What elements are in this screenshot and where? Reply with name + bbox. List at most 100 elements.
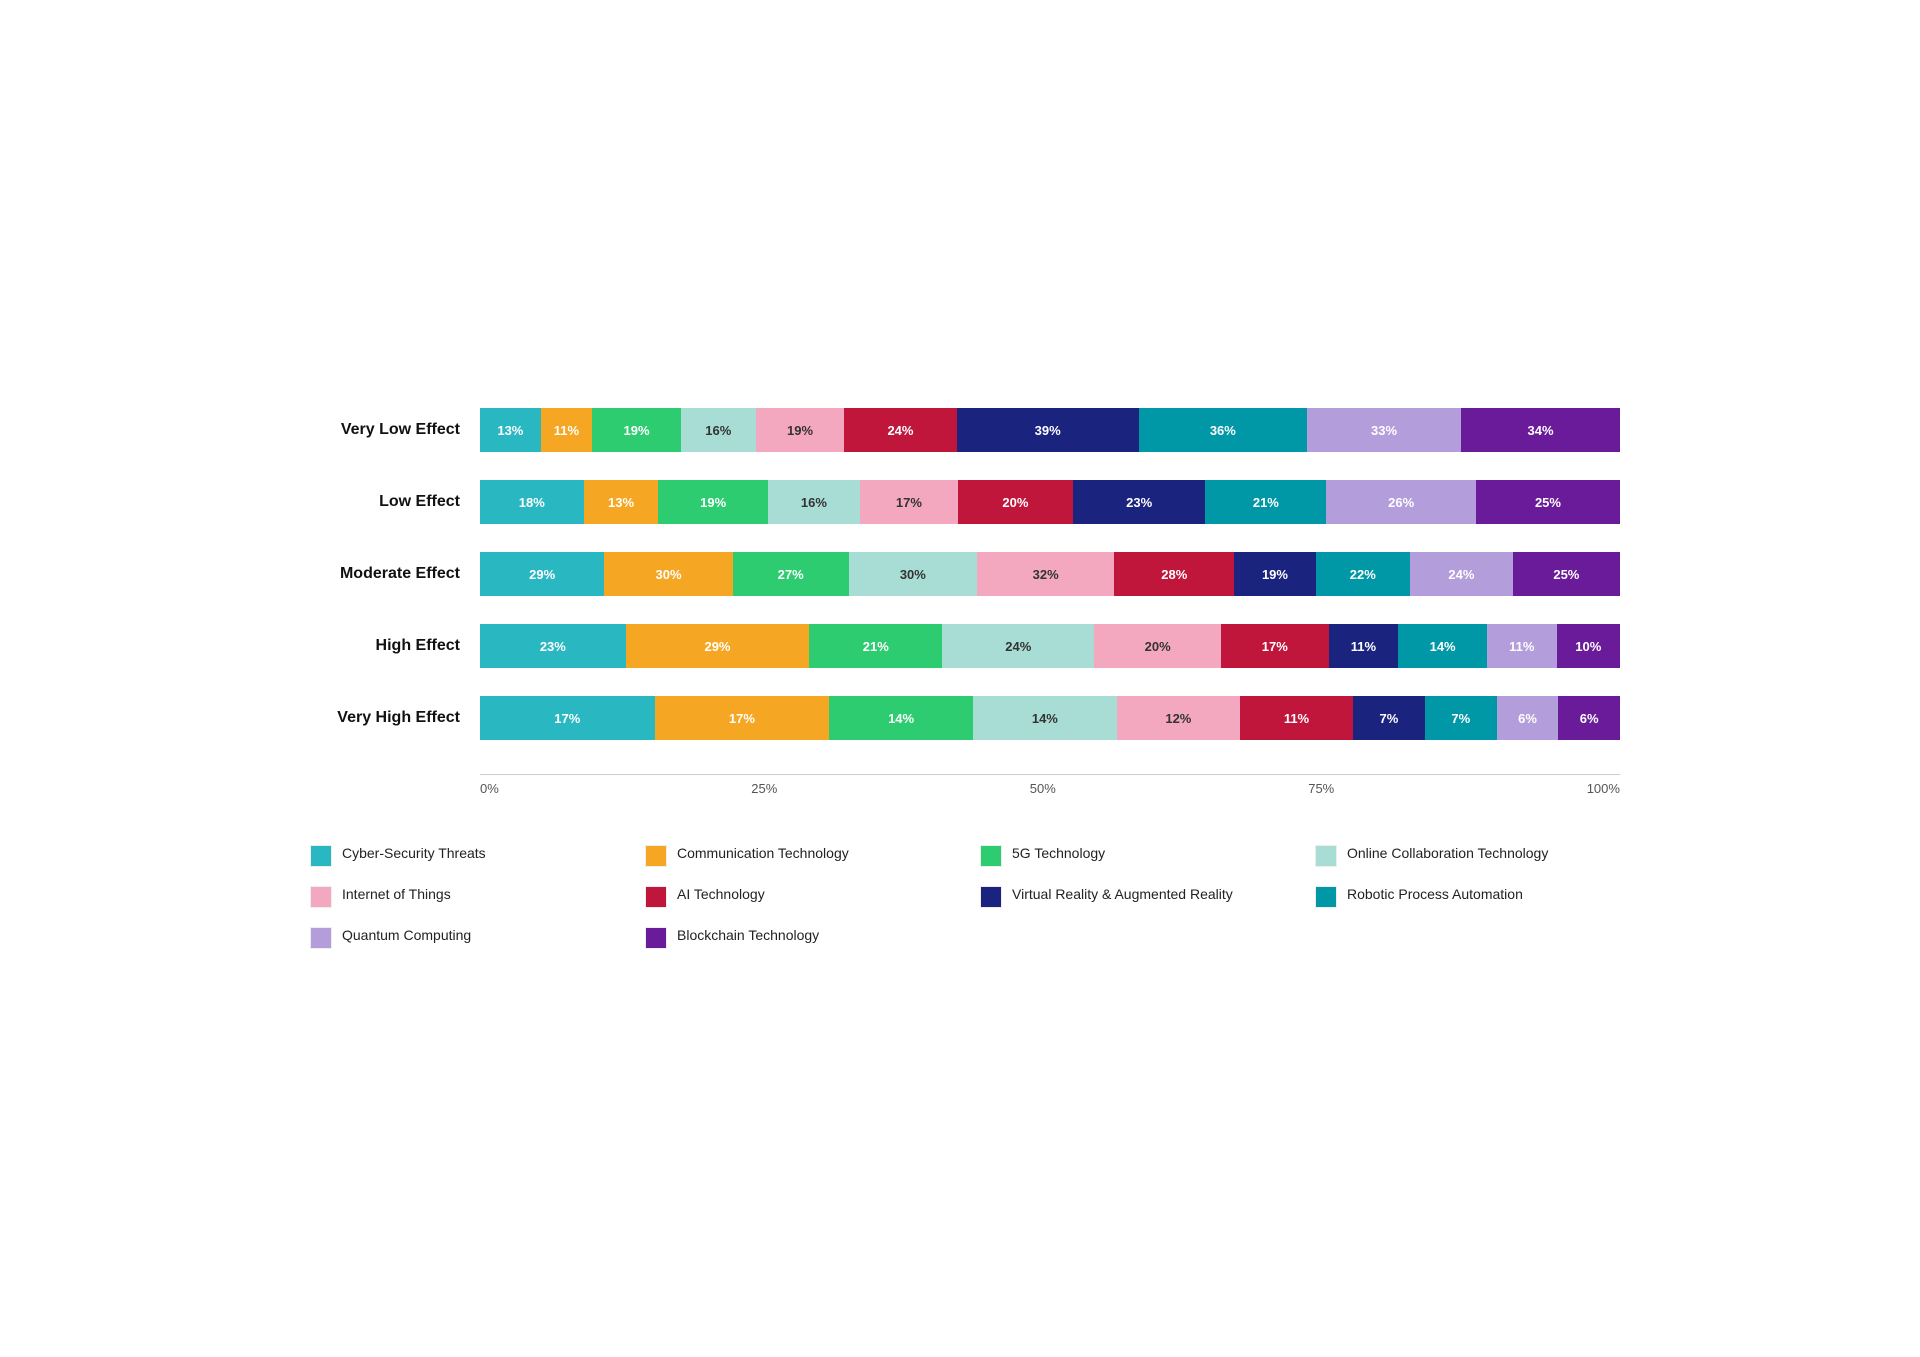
legend-label-5g: 5G Technology [1012, 844, 1105, 862]
bar-segment-iot: 19% [756, 408, 845, 452]
bar-segment-rpa: 36% [1139, 408, 1307, 452]
legend-item-cyber_security: Cyber-Security Threats [310, 844, 615, 867]
bar-segment-rpa: 22% [1316, 552, 1410, 596]
legend: Cyber-Security Threats Communication Tech… [300, 844, 1620, 949]
bar-segment-communication: 30% [604, 552, 733, 596]
bar-segment-5g: 14% [829, 696, 973, 740]
bar-track: 29%30%27%30%32%28%19%22%24%25% [480, 552, 1620, 596]
legend-swatch-ai [645, 886, 667, 908]
legend-swatch-vr_ar [980, 886, 1002, 908]
legend-item-blockchain: Blockchain Technology [645, 926, 950, 949]
bar-segment-quantum: 33% [1307, 408, 1461, 452]
bar-segment-iot: 32% [977, 552, 1114, 596]
bar-segment-rpa: 21% [1205, 480, 1326, 524]
chart-row: Moderate Effect29%30%27%30%32%28%19%22%2… [300, 552, 1620, 596]
legend-item-quantum: Quantum Computing [310, 926, 615, 949]
x-tick: 100% [1587, 781, 1620, 796]
legend-swatch-iot [310, 886, 332, 908]
row-label: Very Low Effect [300, 421, 480, 439]
legend-label-iot: Internet of Things [342, 885, 451, 903]
chart-area: Very Low Effect13%11%19%16%19%24%39%36%3… [300, 408, 1620, 768]
bar-segment-communication: 11% [541, 408, 592, 452]
legend-swatch-online_collab [1315, 845, 1337, 867]
bar-segment-communication: 13% [584, 480, 659, 524]
legend-item-vr_ar: Virtual Reality & Augmented Reality [980, 885, 1285, 908]
legend-item-rpa: Robotic Process Automation [1315, 885, 1620, 908]
bar-segment-quantum: 6% [1497, 696, 1559, 740]
legend-swatch-blockchain [645, 927, 667, 949]
legend-item-5g: 5G Technology [980, 844, 1285, 867]
bar-segment-cyber_security: 29% [480, 552, 604, 596]
legend-item-online_collab: Online Collaboration Technology [1315, 844, 1620, 867]
legend-swatch-rpa [1315, 886, 1337, 908]
bar-segment-vr_ar: 23% [1073, 480, 1205, 524]
bar-segment-communication: 29% [626, 624, 810, 668]
bar-segment-iot: 17% [860, 480, 958, 524]
bar-segment-blockchain: 34% [1461, 408, 1620, 452]
legend-swatch-quantum [310, 927, 332, 949]
legend-item-iot: Internet of Things [310, 885, 615, 908]
legend-label-rpa: Robotic Process Automation [1347, 885, 1523, 903]
bar-segment-iot: 20% [1094, 624, 1221, 668]
bar-segment-5g: 21% [809, 624, 942, 668]
bar-track: 17%17%14%14%12%11%7%7%6%6% [480, 696, 1620, 740]
bar-segment-rpa: 14% [1398, 624, 1487, 668]
bar-segment-blockchain: 6% [1558, 696, 1620, 740]
bar-segment-vr_ar: 39% [957, 408, 1139, 452]
bar-segment-ai: 28% [1114, 552, 1234, 596]
bar-segment-online_collab: 16% [681, 408, 756, 452]
legend-swatch-cyber_security [310, 845, 332, 867]
bar-segment-ai: 11% [1240, 696, 1353, 740]
legend-label-online_collab: Online Collaboration Technology [1347, 844, 1548, 862]
legend-label-blockchain: Blockchain Technology [677, 926, 819, 944]
bar-segment-5g: 27% [733, 552, 849, 596]
bar-segment-blockchain: 10% [1557, 624, 1620, 668]
bar-segment-blockchain: 25% [1513, 552, 1620, 596]
bar-segment-cyber_security: 17% [480, 696, 655, 740]
x-tick: 0% [480, 781, 499, 796]
legend-label-vr_ar: Virtual Reality & Augmented Reality [1012, 885, 1233, 903]
legend-label-ai: AI Technology [677, 885, 765, 903]
bar-segment-online_collab: 14% [973, 696, 1117, 740]
bar-segment-quantum: 26% [1326, 480, 1476, 524]
row-label: High Effect [300, 637, 480, 655]
chart-row: Very Low Effect13%11%19%16%19%24%39%36%3… [300, 408, 1620, 452]
bar-segment-cyber_security: 23% [480, 624, 626, 668]
x-axis: 0% 25% 50% 75% 100% [480, 774, 1620, 796]
bar-segment-online_collab: 24% [942, 624, 1094, 668]
x-tick: 75% [1308, 781, 1334, 796]
legend-item-communication: Communication Technology [645, 844, 950, 867]
x-tick: 50% [1030, 781, 1056, 796]
bar-track: 23%29%21%24%20%17%11%14%11%10% [480, 624, 1620, 668]
chart-row: Very High Effect17%17%14%14%12%11%7%7%6%… [300, 696, 1620, 740]
x-tick: 25% [751, 781, 777, 796]
bar-track: 18%13%19%16%17%20%23%21%26%25% [480, 480, 1620, 524]
bar-segment-vr_ar: 11% [1329, 624, 1399, 668]
x-axis-row: 0% 25% 50% 75% 100% [300, 774, 1620, 796]
bar-segment-ai: 17% [1221, 624, 1329, 668]
bar-segment-ai: 20% [958, 480, 1073, 524]
bar-segment-iot: 12% [1117, 696, 1240, 740]
bar-segment-rpa: 7% [1425, 696, 1497, 740]
bar-segment-online_collab: 16% [768, 480, 860, 524]
chart-row: High Effect23%29%21%24%20%17%11%14%11%10… [300, 624, 1620, 668]
bar-segment-quantum: 24% [1410, 552, 1513, 596]
legend-label-quantum: Quantum Computing [342, 926, 471, 944]
bar-segment-online_collab: 30% [849, 552, 978, 596]
bar-segment-ai: 24% [844, 408, 956, 452]
row-label: Very High Effect [300, 709, 480, 727]
legend-item-ai: AI Technology [645, 885, 950, 908]
bar-segment-cyber_security: 18% [480, 480, 584, 524]
row-label: Low Effect [300, 493, 480, 511]
bar-segment-vr_ar: 7% [1353, 696, 1425, 740]
row-label: Moderate Effect [300, 565, 480, 583]
bar-segment-5g: 19% [592, 408, 681, 452]
bar-segment-quantum: 11% [1487, 624, 1557, 668]
legend-label-communication: Communication Technology [677, 844, 849, 862]
chart-row: Low Effect18%13%19%16%17%20%23%21%26%25% [300, 480, 1620, 524]
bar-segment-cyber_security: 13% [480, 408, 541, 452]
bar-segment-communication: 17% [655, 696, 830, 740]
legend-swatch-communication [645, 845, 667, 867]
bar-segment-vr_ar: 19% [1234, 552, 1315, 596]
legend-swatch-5g [980, 845, 1002, 867]
